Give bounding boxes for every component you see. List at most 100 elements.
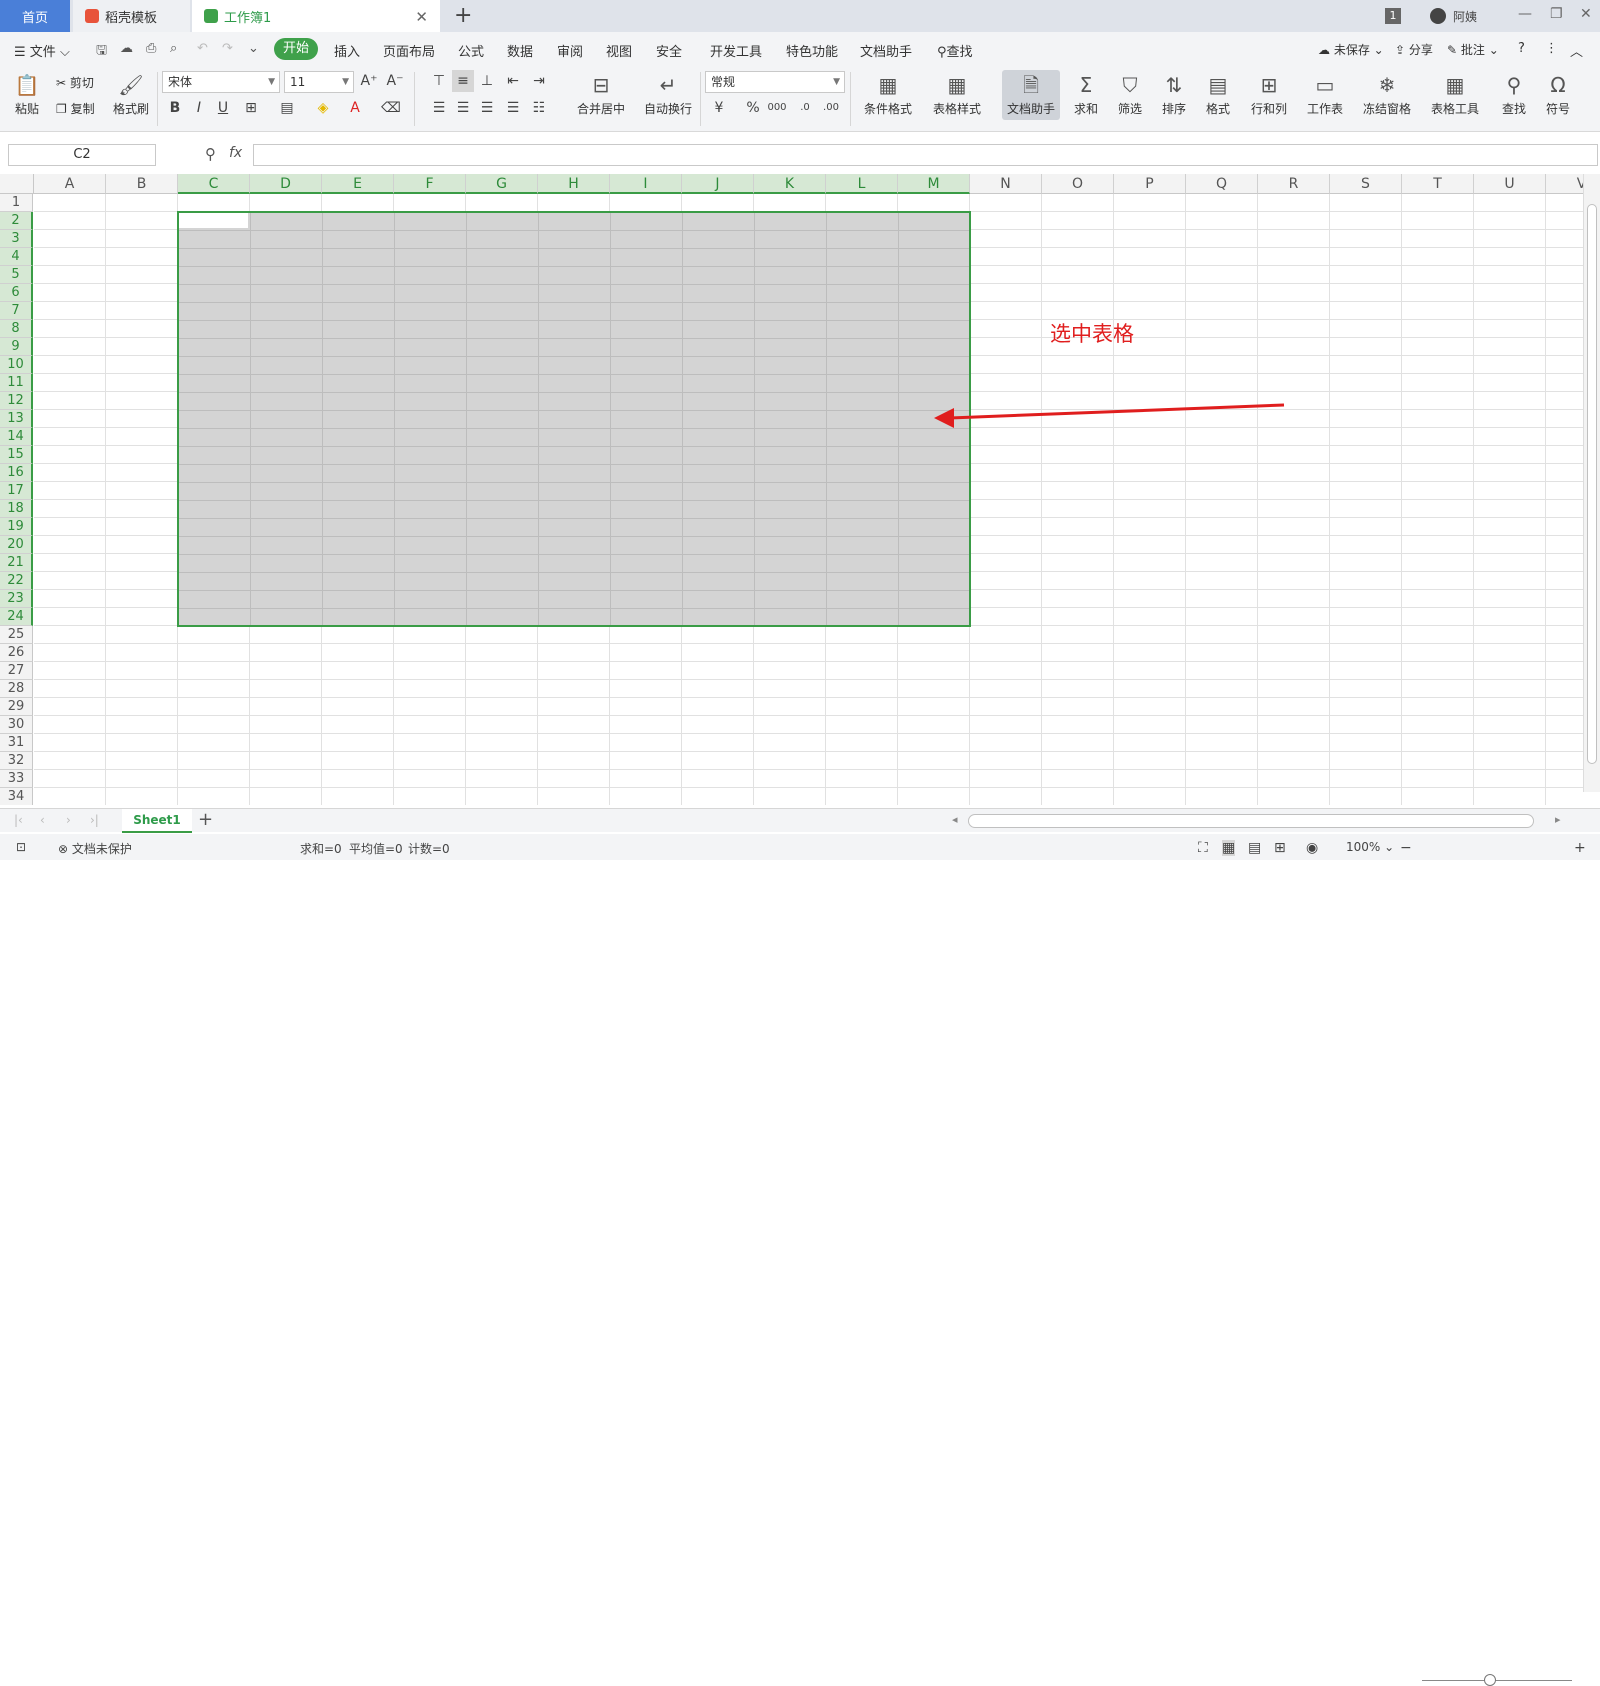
indent-decrease-icon[interactable]: ⇤ <box>502 70 524 92</box>
underline-icon[interactable]: U <box>212 97 234 119</box>
formula-input[interactable] <box>253 144 1598 166</box>
menu-page-layout[interactable]: 页面布局 <box>383 41 435 60</box>
collapse-ribbon-icon[interactable]: ︿ <box>1570 41 1583 60</box>
sheet-tab[interactable]: Sheet1 <box>122 809 192 833</box>
doc-assist-button[interactable]: 🗎 文档助手 <box>1004 72 1058 117</box>
fullscreen-icon[interactable]: ⛶ <box>1198 840 1208 856</box>
sum-button[interactable]: Σ 求和 <box>1066 72 1106 117</box>
print-icon[interactable]: ⎙ <box>146 41 156 56</box>
align-bottom-icon[interactable]: ⊥ <box>476 70 498 92</box>
menu-developer[interactable]: 开发工具 <box>710 41 762 60</box>
increase-font-icon[interactable]: A⁺ <box>358 70 380 92</box>
vertical-scrollbar[interactable] <box>1583 174 1600 792</box>
distribute-icon[interactable]: ☷ <box>528 97 550 119</box>
zoom-out-icon[interactable]: − <box>1400 840 1412 856</box>
decrease-decimal-icon[interactable]: .00 <box>820 97 842 119</box>
close-tab-icon[interactable]: ✕ <box>415 8 428 26</box>
tab-template[interactable]: 稻壳模板 <box>73 0 190 32</box>
normal-view-icon[interactable]: ▦ <box>1222 840 1236 856</box>
tab-workbook[interactable]: 工作簿1 ✕ <box>192 0 440 32</box>
save-icon[interactable]: 🖫 <box>96 41 107 63</box>
minimize-icon[interactable]: — <box>1518 6 1532 22</box>
name-box[interactable]: C2 <box>8 144 156 166</box>
eraser-icon[interactable]: ⌫ <box>380 97 402 119</box>
add-sheet-icon[interactable]: + <box>198 809 213 830</box>
menu-security[interactable]: 安全 <box>656 41 682 60</box>
add-tab-icon[interactable]: + <box>454 3 472 28</box>
last-sheet-icon[interactable]: ›| <box>90 813 99 827</box>
symbol-button[interactable]: Ω 符号 <box>1538 72 1578 117</box>
find-button[interactable]: ⚲ 查找 <box>1494 72 1534 117</box>
page-layout-view-icon[interactable]: ▤ <box>1248 840 1261 856</box>
avatar[interactable] <box>1430 8 1446 24</box>
cloud-icon[interactable]: ☁ <box>120 41 133 56</box>
scroll-right-icon[interactable]: ▸ <box>1555 813 1561 826</box>
menu-file[interactable]: ☰ 文件 ⌵ <box>14 41 70 60</box>
unsaved-status[interactable]: ☁ 未保存 ⌄ <box>1318 41 1384 58</box>
italic-icon[interactable]: I <box>188 97 210 119</box>
window-count-badge[interactable]: 1 <box>1385 8 1401 24</box>
font-name-select[interactable]: 宋体 ▼ <box>162 71 280 93</box>
first-sheet-icon[interactable]: |‹ <box>14 813 23 827</box>
user-name[interactable]: 阿姨 <box>1453 8 1477 25</box>
zoom-formula-icon[interactable]: ⚲ <box>205 145 216 163</box>
number-format-select[interactable]: 常规 ▼ <box>705 71 845 93</box>
font-size-select[interactable]: 11 ▼ <box>284 71 354 93</box>
bold-icon[interactable]: B <box>164 97 186 119</box>
merge-center-button[interactable]: ⊟ 合并居中 <box>570 72 632 117</box>
font-color-icon[interactable]: A <box>344 97 366 119</box>
wrap-text-button[interactable]: ↵ 自动换行 <box>640 72 696 117</box>
more-icon[interactable]: ⋮ <box>1545 41 1558 56</box>
table-tools-button[interactable]: ▦ 表格工具 <box>1424 72 1486 117</box>
decrease-font-icon[interactable]: A⁻ <box>384 70 406 92</box>
redo-icon[interactable]: ↷ <box>222 41 233 56</box>
menu-special[interactable]: 特色功能 <box>786 41 838 60</box>
comment-button[interactable]: ✎ 批注 ⌄ <box>1447 41 1499 58</box>
copy-button[interactable]: ❐ 复制 <box>56 100 95 117</box>
freeze-panes-button[interactable]: ❄ 冻结窗格 <box>1356 72 1418 117</box>
format-painter-button[interactable]: 🖌 格式刷 <box>110 72 152 117</box>
menu-formula[interactable]: 公式 <box>458 41 484 60</box>
menu-doc-assist[interactable]: 文档助手 <box>860 41 912 60</box>
print-preview-icon[interactable]: ⌕ <box>170 41 177 56</box>
undo-icon[interactable]: ↶ <box>197 41 208 56</box>
rows-cols-button[interactable]: ⊞ 行和列 <box>1244 72 1294 117</box>
zoom-slider[interactable] <box>1422 1680 1572 1681</box>
scroll-thumb[interactable] <box>1587 204 1597 764</box>
help-icon[interactable]: ? <box>1518 41 1525 56</box>
menu-view[interactable]: 视图 <box>606 41 632 60</box>
menu-data[interactable]: 数据 <box>507 41 533 60</box>
thousands-icon[interactable]: 000 <box>766 97 788 119</box>
cell-style-icon[interactable]: ▤ <box>276 97 298 119</box>
border-icon[interactable]: ⊞ <box>240 97 262 119</box>
align-left-icon[interactable]: ☰ <box>428 97 450 119</box>
align-center-icon[interactable]: ☰ <box>452 97 474 119</box>
prev-sheet-icon[interactable]: ‹ <box>40 813 45 827</box>
increase-decimal-icon[interactable]: .0 <box>794 97 816 119</box>
currency-icon[interactable]: ¥ <box>708 97 730 119</box>
menu-review[interactable]: 审阅 <box>557 41 583 60</box>
percent-icon[interactable]: % <box>742 97 764 119</box>
macro-icon[interactable]: ⊡ <box>16 840 26 854</box>
justify-icon[interactable]: ☰ <box>502 97 524 119</box>
protect-status[interactable]: ⊗ 文档未保护 <box>58 840 132 857</box>
menu-home[interactable]: 开始 <box>274 38 318 60</box>
customize-icon[interactable]: ⌄ <box>248 41 259 56</box>
align-middle-icon[interactable]: ≡ <box>452 70 474 92</box>
table-style-button[interactable]: ▦ 表格样式 <box>926 72 988 117</box>
eye-protection-icon[interactable]: ◉ <box>1306 840 1318 856</box>
format-button[interactable]: ▤ 格式 <box>1198 72 1238 117</box>
spreadsheet-grid[interactable]: ABCDEFGHIJKLMNOPQRSTUV 1 2 3 4 5 6 7 8 9 10 11 12 13… <box>0 174 1600 805</box>
sort-button[interactable]: ⇅ 排序 <box>1154 72 1194 117</box>
fx-icon[interactable]: fx <box>229 145 242 161</box>
zoom-in-icon[interactable]: + <box>1574 840 1586 856</box>
horizontal-scrollbar[interactable] <box>968 814 1534 828</box>
conditional-format-button[interactable]: ▦ 条件格式 <box>857 72 919 117</box>
filter-button[interactable]: ⛉ 筛选 <box>1110 72 1150 117</box>
page-break-view-icon[interactable]: ⊞ <box>1274 840 1286 856</box>
cut-button[interactable]: ✂ 剪切 <box>56 74 94 91</box>
close-window-icon[interactable]: ✕ <box>1580 6 1592 22</box>
indent-increase-icon[interactable]: ⇥ <box>528 70 550 92</box>
worksheet-button[interactable]: ▭ 工作表 <box>1300 72 1350 117</box>
align-top-icon[interactable]: ⊤ <box>428 70 450 92</box>
